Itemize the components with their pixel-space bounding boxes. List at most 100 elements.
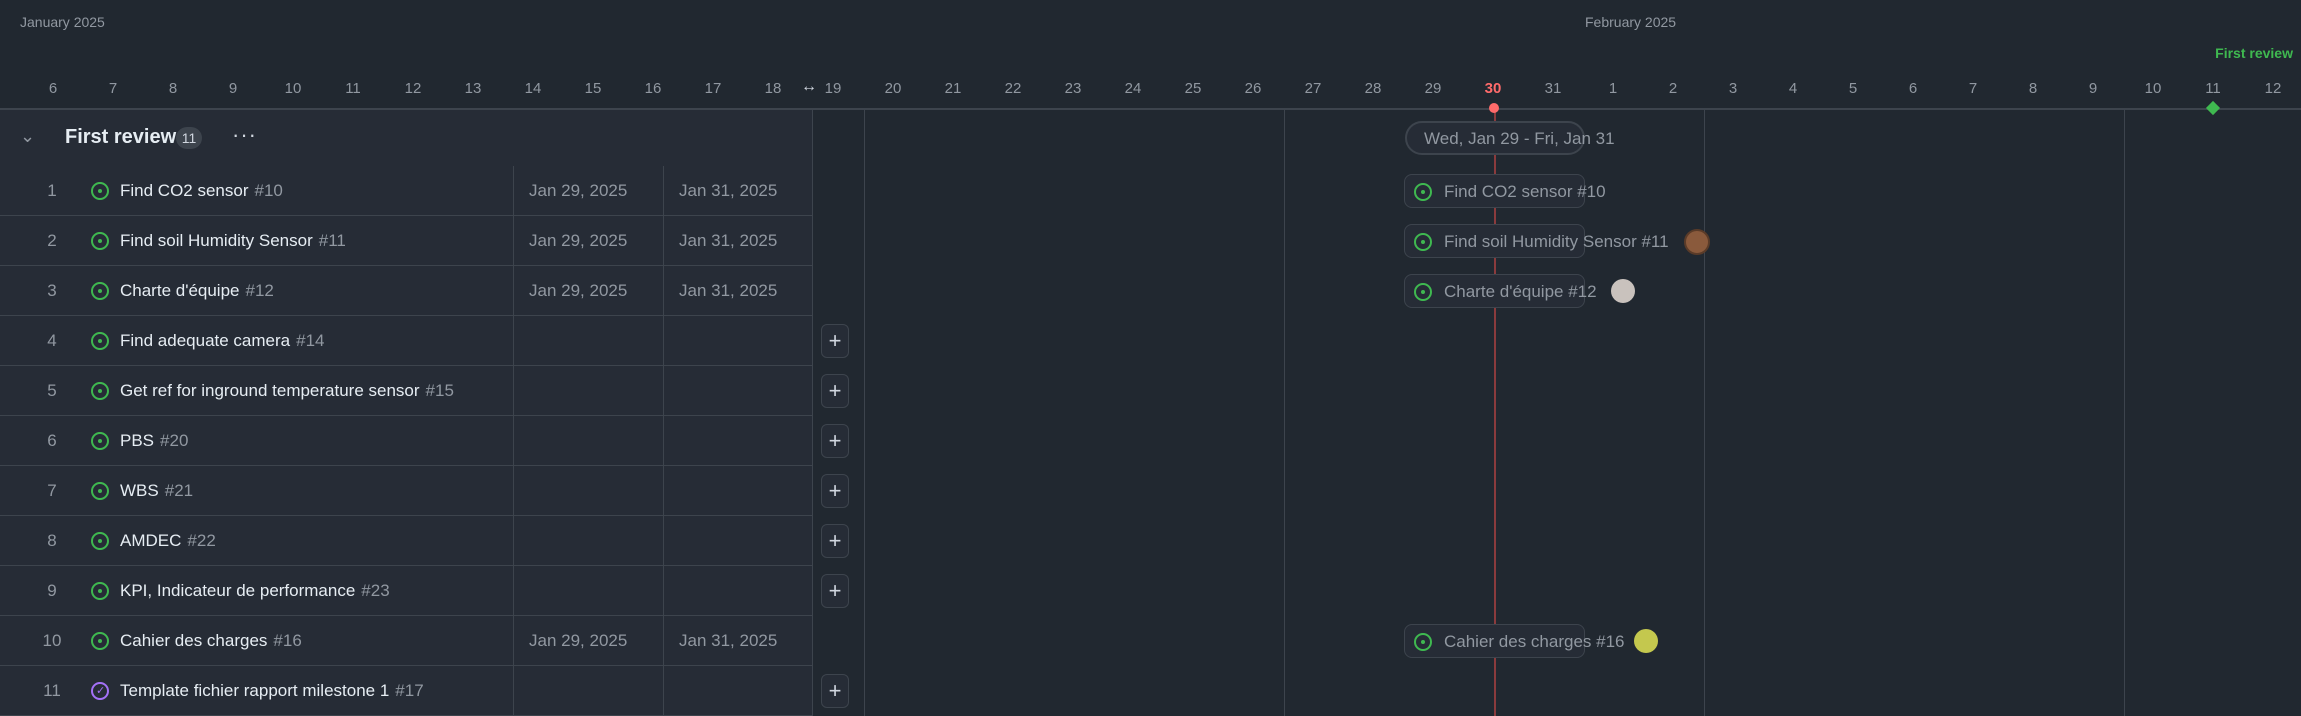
start-date-cell[interactable]: Jan 29, 2025 [529, 281, 627, 301]
timeline-day-label: 5 [1848, 80, 1858, 97]
issue-title-text[interactable]: Charte d'équipe [120, 281, 240, 300]
issue-title-text[interactable]: AMDEC [120, 531, 181, 550]
issue-title[interactable]: AMDEC #22 [120, 531, 216, 551]
issue-title[interactable]: Find soil Humidity Sensor #11 [120, 231, 346, 251]
cell-divider [812, 616, 813, 666]
issue-closed-icon: ✓ [91, 682, 109, 700]
issue-title-text[interactable]: Cahier des charges [120, 631, 267, 650]
avatar[interactable] [1611, 279, 1635, 303]
start-date-cell[interactable]: Jan 29, 2025 [529, 231, 627, 251]
end-date-cell[interactable]: Jan 31, 2025 [679, 631, 777, 651]
avatar[interactable] [1684, 229, 1710, 255]
timeline-day-label: 8 [168, 80, 178, 97]
timeline-day-label: 11 [345, 80, 361, 97]
add-dates-button[interactable]: + [821, 574, 849, 608]
table-row[interactable]: 3 Charte d'équipe #12 Jan 29, 2025 Jan 31, 2… [0, 266, 813, 316]
group-more-button[interactable]: ··· [232, 122, 257, 148]
issue-title[interactable]: Find adequate camera #14 [120, 331, 324, 351]
end-date-cell[interactable]: Jan 31, 2025 [679, 231, 777, 251]
cell-divider [663, 166, 664, 216]
timeline-day-label: 21 [944, 80, 962, 97]
row-number: 5 [47, 381, 57, 400]
add-dates-button[interactable]: + [821, 474, 849, 508]
cell-divider [663, 216, 664, 266]
milestone-marker-icon[interactable] [2205, 100, 2221, 116]
row-number: 6 [47, 431, 57, 450]
timeline-day-label: 27 [1304, 80, 1322, 97]
end-date-cell[interactable]: Jan 31, 2025 [679, 181, 777, 201]
timeline-day-label: 11 [2205, 80, 2221, 97]
chevron-down-icon[interactable]: ⌄ [20, 126, 35, 147]
row-number: 8 [47, 531, 57, 550]
add-dates-button[interactable]: + [821, 374, 849, 408]
issue-title[interactable]: Template fichier rapport milestone 1 #17 [120, 681, 424, 701]
issue-number: #21 [164, 481, 194, 500]
issue-title-text[interactable]: Get ref for inground temperature sensor [120, 381, 420, 400]
cell-divider [513, 616, 514, 666]
issue-title-text[interactable]: WBS [120, 481, 159, 500]
cell-divider [812, 366, 813, 416]
cell-divider [513, 266, 514, 316]
start-date-cell[interactable]: Jan 29, 2025 [529, 181, 627, 201]
start-date-cell[interactable]: Jan 29, 2025 [529, 631, 627, 651]
table-row[interactable]: 6 PBS #20 [0, 416, 813, 466]
add-dates-button[interactable]: + [821, 524, 849, 558]
issue-number: #15 [425, 381, 454, 400]
issue-title[interactable]: Get ref for inground temperature sensor #… [120, 381, 454, 401]
table-row[interactable]: 4 Find adequate camera #14 [0, 316, 813, 366]
row-number: 9 [47, 581, 57, 600]
issue-title[interactable]: Charte d'équipe #12 [120, 281, 274, 301]
table-row[interactable]: 9 KPI, Indicateur de performance #23 [0, 566, 813, 616]
issue-title-text[interactable]: Find adequate camera [120, 331, 290, 350]
column-resize-icon[interactable]: ↔ [801, 78, 817, 96]
today-day-label: 30 [1484, 80, 1502, 97]
add-dates-button[interactable]: + [821, 674, 849, 708]
timeline-day-label: 4 [1788, 80, 1798, 97]
table-row[interactable]: 1 Find CO2 sensor #10 Jan 29, 2025 Jan 31, 2… [0, 166, 813, 216]
table-row[interactable]: 11 ✓ Template fichier rapport milestone 1 #… [0, 666, 813, 716]
issue-number: #20 [160, 431, 189, 450]
cell-divider [663, 316, 664, 366]
issue-number: #14 [296, 331, 325, 350]
cell-divider [513, 316, 514, 366]
group-title: First review [65, 126, 177, 148]
issue-title[interactable]: WBS #21 [120, 481, 193, 501]
timeline-day-label: 10 [284, 80, 302, 97]
table-row[interactable]: 8 AMDEC #22 [0, 516, 813, 566]
milestone-label[interactable]: First review [2215, 45, 2293, 61]
issue-number: #23 [361, 581, 390, 600]
avatar[interactable] [1634, 629, 1658, 653]
issue-open-icon [91, 532, 109, 550]
cell-divider [663, 466, 664, 516]
end-date-cell[interactable]: Jan 31, 2025 [679, 281, 777, 301]
issue-title-text[interactable]: PBS [120, 431, 154, 450]
issue-title-text[interactable]: Template fichier rapport milestone 1 [120, 681, 389, 700]
cell-divider [663, 266, 664, 316]
add-dates-button[interactable]: + [821, 324, 849, 358]
cell-divider [812, 166, 813, 216]
timeline-day-label: 31 [1544, 80, 1562, 97]
add-dates-button[interactable]: + [821, 424, 849, 458]
cell-divider [812, 466, 813, 516]
timeline-day-label: 3 [1728, 80, 1738, 97]
issue-title[interactable]: Find CO2 sensor #10 [120, 181, 283, 201]
table-row[interactable]: 7 WBS #21 [0, 466, 813, 516]
issue-number: #16 [273, 631, 302, 650]
issue-number: #11 [318, 231, 346, 250]
issue-number: #17 [395, 681, 424, 700]
issue-number: #22 [187, 531, 216, 550]
timeline-day-label: 18 [764, 80, 782, 97]
cell-divider [513, 416, 514, 466]
issue-title[interactable]: KPI, Indicateur de performance #23 [120, 581, 390, 601]
issue-number: #10 [254, 181, 283, 200]
table-row[interactable]: 2 Find soil Humidity Sensor #11 Jan 29, 202… [0, 216, 813, 266]
issue-title-text[interactable]: Find soil Humidity Sensor [120, 231, 313, 250]
today-marker [1489, 103, 1499, 113]
issue-title-text[interactable]: Find CO2 sensor [120, 181, 249, 200]
issue-title-text[interactable]: KPI, Indicateur de performance [120, 581, 355, 600]
table-row[interactable]: 5 Get ref for inground temperature sensor… [0, 366, 813, 416]
issue-title[interactable]: PBS #20 [120, 431, 188, 451]
cell-divider [663, 516, 664, 566]
issue-title[interactable]: Cahier des charges #16 [120, 631, 302, 651]
table-row[interactable]: 10 Cahier des charges #16 Jan 29, 2025 Jan 3… [0, 616, 813, 666]
